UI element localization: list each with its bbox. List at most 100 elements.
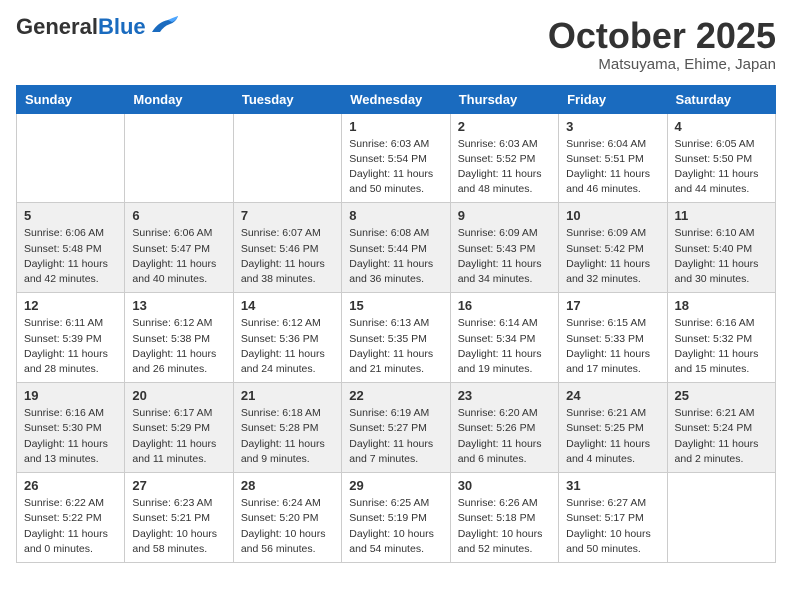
calendar-cell bbox=[667, 473, 775, 563]
calendar-week-row: 1 Sunrise: 6:03 AM Sunset: 5:54 PM Daylig… bbox=[17, 113, 776, 203]
day-number: 22 bbox=[349, 388, 442, 403]
day-info: Sunrise: 6:04 AM Sunset: 5:51 PM Dayligh… bbox=[566, 137, 659, 198]
day-number: 18 bbox=[675, 298, 768, 313]
day-number: 17 bbox=[566, 298, 659, 313]
day-number: 6 bbox=[132, 208, 225, 223]
day-info: Sunrise: 6:25 AM Sunset: 5:19 PM Dayligh… bbox=[349, 496, 442, 557]
day-number: 3 bbox=[566, 119, 659, 134]
day-number: 29 bbox=[349, 478, 442, 493]
day-number: 15 bbox=[349, 298, 442, 313]
day-info: Sunrise: 6:10 AM Sunset: 5:40 PM Dayligh… bbox=[675, 226, 768, 287]
day-info: Sunrise: 6:20 AM Sunset: 5:26 PM Dayligh… bbox=[458, 406, 551, 467]
day-number: 1 bbox=[349, 119, 442, 134]
calendar-cell: 16 Sunrise: 6:14 AM Sunset: 5:34 PM Dayli… bbox=[450, 293, 558, 383]
day-number: 26 bbox=[24, 478, 117, 493]
calendar-cell: 23 Sunrise: 6:20 AM Sunset: 5:26 PM Dayli… bbox=[450, 383, 558, 473]
calendar-cell: 2Sunrise: 6:03 AM Sunset: 5:52 PM Daylig… bbox=[450, 113, 558, 203]
day-info: Sunrise: 6:19 AM Sunset: 5:27 PM Dayligh… bbox=[349, 406, 442, 467]
calendar-cell bbox=[233, 113, 341, 203]
day-info: Sunrise: 6:14 AM Sunset: 5:34 PM Dayligh… bbox=[458, 316, 551, 377]
day-info: Sunrise: 6:18 AM Sunset: 5:28 PM Dayligh… bbox=[241, 406, 334, 467]
calendar-cell: 15 Sunrise: 6:13 AM Sunset: 5:35 PM Dayli… bbox=[342, 293, 450, 383]
day-number: 7 bbox=[241, 208, 334, 223]
calendar-cell: 30 Sunrise: 6:26 AM Sunset: 5:18 PM Dayli… bbox=[450, 473, 558, 563]
weekday-header-wednesday: Wednesday bbox=[342, 85, 450, 113]
day-number: 20 bbox=[132, 388, 225, 403]
day-number: 25 bbox=[675, 388, 768, 403]
location-subtitle: Matsuyama, Ehime, Japan bbox=[548, 56, 776, 73]
day-number: 30 bbox=[458, 478, 551, 493]
calendar-cell: 26Sunrise: 6:22 AM Sunset: 5:22 PM Dayli… bbox=[17, 473, 125, 563]
day-number: 13 bbox=[132, 298, 225, 313]
calendar-week-row: 26Sunrise: 6:22 AM Sunset: 5:22 PM Dayli… bbox=[17, 473, 776, 563]
day-info: Sunrise: 6:23 AM Sunset: 5:21 PM Dayligh… bbox=[132, 496, 225, 557]
day-number: 4 bbox=[675, 119, 768, 134]
calendar-table: SundayMondayTuesdayWednesdayThursdayFrid… bbox=[16, 85, 776, 563]
calendar-cell: 14 Sunrise: 6:12 AM Sunset: 5:36 PM Dayli… bbox=[233, 293, 341, 383]
day-info: Sunrise: 6:12 AM Sunset: 5:38 PM Dayligh… bbox=[132, 316, 225, 377]
calendar-cell: 9 Sunrise: 6:09 AM Sunset: 5:43 PM Daylig… bbox=[450, 203, 558, 293]
day-number: 27 bbox=[132, 478, 225, 493]
day-info: Sunrise: 6:13 AM Sunset: 5:35 PM Dayligh… bbox=[349, 316, 442, 377]
calendar-cell bbox=[125, 113, 233, 203]
day-info: Sunrise: 6:06 AM Sunset: 5:47 PM Dayligh… bbox=[132, 226, 225, 287]
calendar-cell: 11 Sunrise: 6:10 AM Sunset: 5:40 PM Dayli… bbox=[667, 203, 775, 293]
calendar-cell: 5 Sunrise: 6:06 AM Sunset: 5:48 PM Daylig… bbox=[17, 203, 125, 293]
day-number: 19 bbox=[24, 388, 117, 403]
day-number: 23 bbox=[458, 388, 551, 403]
day-info: Sunrise: 6:15 AM Sunset: 5:33 PM Dayligh… bbox=[566, 316, 659, 377]
calendar-cell: 25 Sunrise: 6:21 AM Sunset: 5:24 PM Dayli… bbox=[667, 383, 775, 473]
calendar-cell: 4Sunrise: 6:05 AM Sunset: 5:50 PM Daylig… bbox=[667, 113, 775, 203]
calendar-cell: 22 Sunrise: 6:19 AM Sunset: 5:27 PM Dayli… bbox=[342, 383, 450, 473]
day-info: Sunrise: 6:17 AM Sunset: 5:29 PM Dayligh… bbox=[132, 406, 225, 467]
calendar-cell: 10Sunrise: 6:09 AM Sunset: 5:42 PM Dayli… bbox=[559, 203, 667, 293]
day-info: Sunrise: 6:26 AM Sunset: 5:18 PM Dayligh… bbox=[458, 496, 551, 557]
calendar-week-row: 12Sunrise: 6:11 AM Sunset: 5:39 PM Dayli… bbox=[17, 293, 776, 383]
day-number: 9 bbox=[458, 208, 551, 223]
day-number: 11 bbox=[675, 208, 768, 223]
calendar-cell: 21 Sunrise: 6:18 AM Sunset: 5:28 PM Dayli… bbox=[233, 383, 341, 473]
calendar-cell: 27 Sunrise: 6:23 AM Sunset: 5:21 PM Dayli… bbox=[125, 473, 233, 563]
calendar-cell: 29 Sunrise: 6:25 AM Sunset: 5:19 PM Dayli… bbox=[342, 473, 450, 563]
calendar-cell: 13 Sunrise: 6:12 AM Sunset: 5:38 PM Dayli… bbox=[125, 293, 233, 383]
day-info: Sunrise: 6:24 AM Sunset: 5:20 PM Dayligh… bbox=[241, 496, 334, 557]
weekday-header-thursday: Thursday bbox=[450, 85, 558, 113]
day-number: 5 bbox=[24, 208, 117, 223]
logo-blue-text: Blue bbox=[98, 14, 146, 39]
weekday-header-tuesday: Tuesday bbox=[233, 85, 341, 113]
calendar-cell: 18 Sunrise: 6:16 AM Sunset: 5:32 PM Dayli… bbox=[667, 293, 775, 383]
calendar-cell: 6 Sunrise: 6:06 AM Sunset: 5:47 PM Daylig… bbox=[125, 203, 233, 293]
day-number: 31 bbox=[566, 478, 659, 493]
weekday-header-monday: Monday bbox=[125, 85, 233, 113]
day-info: Sunrise: 6:08 AM Sunset: 5:44 PM Dayligh… bbox=[349, 226, 442, 287]
page-header: GeneralBlue October 2025 Matsuyama, Ehim… bbox=[16, 16, 776, 73]
calendar-cell: 28 Sunrise: 6:24 AM Sunset: 5:20 PM Dayli… bbox=[233, 473, 341, 563]
logo: GeneralBlue bbox=[16, 16, 180, 38]
day-number: 21 bbox=[241, 388, 334, 403]
day-info: Sunrise: 6:09 AM Sunset: 5:42 PM Dayligh… bbox=[566, 226, 659, 287]
weekday-header-friday: Friday bbox=[559, 85, 667, 113]
day-info: Sunrise: 6:12 AM Sunset: 5:36 PM Dayligh… bbox=[241, 316, 334, 377]
calendar-cell: 17 Sunrise: 6:15 AM Sunset: 5:33 PM Dayli… bbox=[559, 293, 667, 383]
day-info: Sunrise: 6:16 AM Sunset: 5:32 PM Dayligh… bbox=[675, 316, 768, 377]
calendar-cell: 7Sunrise: 6:07 AM Sunset: 5:46 PM Daylig… bbox=[233, 203, 341, 293]
calendar-cell bbox=[17, 113, 125, 203]
day-number: 16 bbox=[458, 298, 551, 313]
day-number: 8 bbox=[349, 208, 442, 223]
day-info: Sunrise: 6:27 AM Sunset: 5:17 PM Dayligh… bbox=[566, 496, 659, 557]
calendar-header-row: SundayMondayTuesdayWednesdayThursdayFrid… bbox=[17, 85, 776, 113]
day-info: Sunrise: 6:16 AM Sunset: 5:30 PM Dayligh… bbox=[24, 406, 117, 467]
day-info: Sunrise: 6:06 AM Sunset: 5:48 PM Dayligh… bbox=[24, 226, 117, 287]
day-info: Sunrise: 6:03 AM Sunset: 5:54 PM Dayligh… bbox=[349, 137, 442, 198]
calendar-cell: 31 Sunrise: 6:27 AM Sunset: 5:17 PM Dayli… bbox=[559, 473, 667, 563]
day-info: Sunrise: 6:09 AM Sunset: 5:43 PM Dayligh… bbox=[458, 226, 551, 287]
day-number: 28 bbox=[241, 478, 334, 493]
weekday-header-sunday: Sunday bbox=[17, 85, 125, 113]
day-number: 12 bbox=[24, 298, 117, 313]
day-info: Sunrise: 6:21 AM Sunset: 5:24 PM Dayligh… bbox=[675, 406, 768, 467]
calendar-week-row: 19 Sunrise: 6:16 AM Sunset: 5:30 PM Dayli… bbox=[17, 383, 776, 473]
day-info: Sunrise: 6:03 AM Sunset: 5:52 PM Dayligh… bbox=[458, 137, 551, 198]
day-number: 14 bbox=[241, 298, 334, 313]
title-block: October 2025 Matsuyama, Ehime, Japan bbox=[548, 16, 776, 73]
day-info: Sunrise: 6:21 AM Sunset: 5:25 PM Dayligh… bbox=[566, 406, 659, 467]
